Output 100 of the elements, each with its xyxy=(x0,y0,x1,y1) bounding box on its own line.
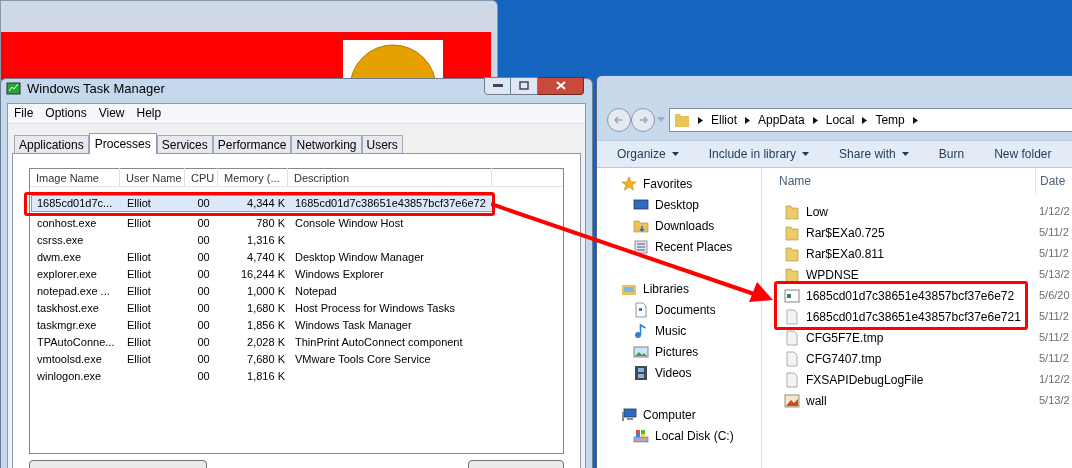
tab[interactable]: Applications xyxy=(14,134,89,153)
table-cell-text: notepad.exe ... xyxy=(36,283,111,299)
close-icon xyxy=(555,81,566,91)
nav-item[interactable]: Local Disk (C:) xyxy=(633,425,734,446)
file-icon xyxy=(784,350,800,367)
table-cell-text: VMware Tools Core Service xyxy=(294,351,432,367)
dropdown-caret-icon xyxy=(671,152,679,156)
process-row[interactable]: taskmgr.exe Elliot 00 1,856 K Windows Task Manager xyxy=(31,316,495,334)
column-header[interactable]: CPU xyxy=(185,167,218,186)
process-row[interactable]: dwm.exe Elliot 00 4,740 K Desktop Window Manager xyxy=(31,248,495,266)
file-icon xyxy=(784,371,800,388)
drive-icon xyxy=(633,427,649,444)
table-cell-text: taskhost.exe xyxy=(36,300,100,316)
breadcrumb-item[interactable]: Local xyxy=(825,111,855,129)
nav-item[interactable]: Favorites xyxy=(621,173,693,194)
nav-item[interactable]: Music xyxy=(633,320,687,341)
folder-icon xyxy=(784,266,800,283)
process-row[interactable]: taskhost.exe Elliot 00 1,680 K Host Process for Windows Tasks xyxy=(31,299,495,317)
table-cell-text: Console Window Host xyxy=(294,215,405,231)
file-row[interactable]: wall xyxy=(784,392,827,409)
nav-item[interactable]: Pictures xyxy=(633,341,699,362)
close-button[interactable] xyxy=(538,76,584,95)
file-row[interactable]: CFG5F7E.tmp xyxy=(784,329,884,346)
table-cell-text: 00 xyxy=(196,368,211,384)
table-cell-text: Elliot xyxy=(126,334,152,350)
nav-item[interactable]: Videos xyxy=(633,362,692,383)
table-cell-text: explorer.exe xyxy=(36,266,98,282)
chevron-icon xyxy=(698,116,703,124)
breadcrumb-item[interactable]: AppData xyxy=(758,111,805,129)
file-row[interactable]: FXSAPIDebugLogFile xyxy=(784,371,924,388)
dropdown-caret-icon xyxy=(657,117,665,123)
nav-item[interactable]: Downloads xyxy=(633,215,715,236)
menu-item[interactable]: Help xyxy=(130,104,168,122)
process-row[interactable]: winlogon.exe 00 1,816 K xyxy=(31,367,495,385)
toolbar-button[interactable]: Organize xyxy=(617,145,679,163)
address-bar[interactable]: Elliot AppData Local Temp xyxy=(669,108,1072,132)
process-row[interactable]: conhost.exe Elliot 00 780 K Console Window Host xyxy=(31,214,495,232)
star-icon xyxy=(621,175,637,192)
tab[interactable]: Processes xyxy=(88,132,157,154)
nav-item[interactable]: Documents xyxy=(633,299,716,320)
process-row[interactable]: notepad.exe ... Elliot 00 1,000 K Notepad xyxy=(31,282,495,300)
monitor-icon xyxy=(633,196,649,213)
nav-item[interactable]: Recent Places xyxy=(633,236,733,257)
table-cell-text: Notepad xyxy=(294,283,338,299)
window-title: Windows Task Manager xyxy=(27,80,165,98)
folder-row[interactable]: Rar$EXa0.725 xyxy=(784,224,885,241)
table-cell-text: dwm.exe xyxy=(36,249,83,265)
date-cell-text: 5/11/2 xyxy=(1038,225,1069,241)
tab[interactable]: Networking xyxy=(291,134,362,153)
maximize-button[interactable] xyxy=(511,76,538,95)
menu-item[interactable]: Options xyxy=(39,104,93,122)
folder-row[interactable]: WPDNSE xyxy=(784,266,859,283)
column-header[interactable]: Image Name xyxy=(30,167,120,186)
column-header[interactable]: Description xyxy=(288,167,492,186)
table-cell-text: Windows Task Manager xyxy=(294,317,413,333)
chevron-icon xyxy=(912,116,918,124)
minimize-icon xyxy=(492,83,503,88)
file-icon xyxy=(784,308,800,325)
table-cell-text: Windows Explorer xyxy=(294,266,385,282)
process-row[interactable]: csrss.exe 00 1,316 K xyxy=(31,231,495,249)
nav-item[interactable]: Desktop xyxy=(633,194,700,215)
breadcrumb-item[interactable]: Temp xyxy=(875,111,905,129)
tab[interactable]: Services xyxy=(156,134,213,153)
table-cell-text: 1,000 K xyxy=(246,283,286,299)
toolbar-button[interactable]: Share with xyxy=(839,145,909,163)
process-row[interactable]: vmtoolsd.exe Elliot 00 7,680 K VMware Tools Core Service xyxy=(31,350,495,368)
table-cell-text: 4,344 K xyxy=(246,195,286,211)
file-row[interactable]: 1685cd01d7c38651e43857bcf37e6e721 xyxy=(784,308,1021,325)
menu-item[interactable]: File xyxy=(8,104,40,122)
column-header[interactable]: Memory (... xyxy=(218,167,288,186)
menu-item[interactable]: View xyxy=(92,104,131,122)
table-cell-text: Elliot xyxy=(126,300,152,316)
toolbar-button[interactable]: Include in library xyxy=(708,145,810,163)
minimize-button[interactable] xyxy=(484,76,511,95)
tab[interactable]: Users xyxy=(361,134,403,153)
file-icon xyxy=(784,329,800,346)
column-header[interactable]: User Name xyxy=(120,167,185,186)
file-row[interactable]: CFG7407.tmp xyxy=(784,350,882,367)
table-cell-text: Host Process for Windows Tasks xyxy=(294,300,456,316)
nav-item[interactable]: Libraries xyxy=(621,278,690,299)
column-header[interactable]: Date xyxy=(1036,172,1066,190)
toolbar-button[interactable]: Burn xyxy=(938,145,965,163)
window-list-icon xyxy=(633,238,649,255)
table-cell-text: 00 xyxy=(196,351,211,367)
process-row[interactable]: explorer.exe Elliot 00 16,244 K Windows Explorer xyxy=(31,265,495,283)
folder-row[interactable]: Low xyxy=(784,203,828,220)
nav-item[interactable]: Computer xyxy=(621,404,696,425)
process-row[interactable]: TPAutoConne... Elliot 00 2,028 K ThinPrint AutoConnect component xyxy=(31,333,495,351)
file-row[interactable]: 1685cd01d7c38651e43857bcf37e6e72 xyxy=(784,287,1015,304)
folder-row[interactable]: Rar$EXa0.811 xyxy=(784,245,884,262)
program-window-icon xyxy=(784,287,800,304)
breadcrumb-item[interactable]: Elliot xyxy=(711,111,737,129)
date-cell-text: 5/11/2 xyxy=(1038,330,1069,346)
table-cell-text: 00 xyxy=(196,283,211,299)
folder-icon xyxy=(784,224,800,241)
table-cell-text: Elliot xyxy=(126,195,152,211)
table-cell-text: 780 K xyxy=(255,215,286,231)
toolbar-button[interactable]: New folder xyxy=(994,145,1052,163)
column-header[interactable]: Name xyxy=(762,168,1036,194)
tab[interactable]: Performance xyxy=(212,134,292,153)
